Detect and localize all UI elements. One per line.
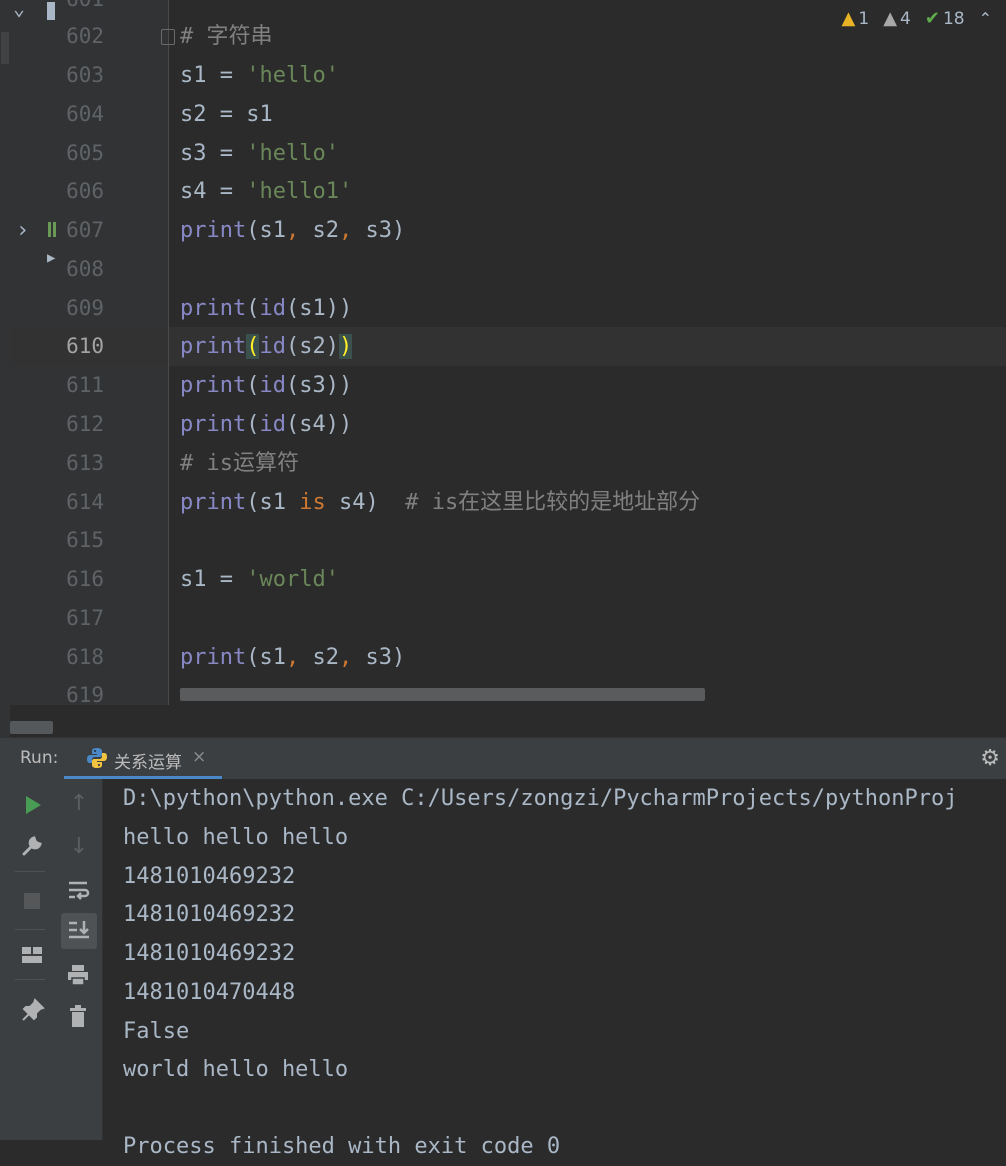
line-number: 612 <box>66 412 104 436</box>
code-text[interactable]: s3 = 'hello' <box>180 134 339 173</box>
console-line: D:\python\python.exe C:/Users/zongzi/Pyc… <box>123 786 958 811</box>
code-line: 615 <box>0 521 1006 560</box>
console-line: 1481010470448 <box>123 980 296 1005</box>
line-number: 613 <box>66 451 104 475</box>
code-text[interactable]: s2 = s1 <box>180 95 273 134</box>
code-line: 613 # is运算符 <box>0 444 1006 483</box>
trash-icon[interactable] <box>68 1005 88 1029</box>
line-number: 619 <box>66 683 104 707</box>
code-text[interactable]: print(s1, s2, s3) <box>180 638 405 677</box>
line-number: 607 <box>66 218 104 242</box>
code-line: 612 print(id(s4)) <box>0 405 1006 444</box>
gear-icon[interactable]: ⚙ <box>980 746 1000 771</box>
weak-warning-count[interactable]: ▲ 4 <box>883 8 911 29</box>
weak-warning-icon: ▲ <box>883 8 898 29</box>
code-text[interactable]: print(s1, s2, s3) <box>180 211 405 250</box>
code-editor[interactable]: ⌄ 601 602 # 字符串 603 s1 = 'hello' 604 s2 … <box>0 0 1006 737</box>
line-number: 617 <box>66 606 104 630</box>
pin-icon[interactable] <box>21 998 45 1022</box>
code-line: 616 s1 = 'world' <box>0 560 1006 599</box>
stop-icon[interactable] <box>24 893 40 909</box>
run-label: Run: <box>20 748 59 768</box>
console-toolbar: ↑ ↓ <box>58 779 103 1140</box>
line-number: 603 <box>66 63 104 87</box>
warning-icon: ▲ <box>841 8 856 29</box>
code-text[interactable]: print(id(s4)) <box>180 405 352 444</box>
line-number: 604 <box>66 102 104 126</box>
code-line: 611 print(id(s3)) <box>0 366 1006 405</box>
code-text[interactable]: s1 = 'world' <box>180 560 339 599</box>
console-line: 1481010469232 <box>123 902 296 927</box>
code-line: 607 print(s1, s2, s3) <box>0 211 1006 250</box>
tab-label: 关系运算 <box>114 753 182 773</box>
soft-wrap-icon[interactable] <box>67 879 91 901</box>
code-line: 618 print(s1, s2, s3) <box>0 638 1006 677</box>
line-number: 610 <box>66 334 104 358</box>
horizontal-scrollbar[interactable] <box>180 688 705 701</box>
code-text[interactable]: # 字符串 <box>180 17 273 56</box>
code-text[interactable]: print(s1 is s4) # is在这里比较的是地址部分 <box>180 483 700 522</box>
layout-icon[interactable] <box>21 946 43 964</box>
console-line: 1481010469232 <box>123 864 296 889</box>
python-icon <box>87 748 107 768</box>
code-text[interactable]: print(id(s2)) <box>180 327 353 366</box>
inspection-widget[interactable]: ▲ 1 ▲ 4 ✔ 18 ⌃ <box>842 8 992 29</box>
code-text[interactable]: print(id(s1)) <box>180 289 352 328</box>
code-line-current: 610 print(id(s2)) <box>0 327 1006 366</box>
console-line: Process finished with exit code 0 <box>123 1134 561 1159</box>
print-icon[interactable] <box>66 963 90 987</box>
arrow-down-icon[interactable]: ↓ <box>64 834 94 859</box>
close-icon[interactable]: × <box>192 747 206 767</box>
wrench-icon[interactable] <box>20 834 44 858</box>
code-text[interactable]: print(id(s3)) <box>180 366 352 405</box>
chevron-up-icon[interactable]: ⌃ <box>979 9 992 28</box>
line-number: 608 <box>66 257 104 281</box>
console-line: hello hello hello <box>123 825 349 850</box>
line-number: 616 <box>66 567 104 591</box>
run-toolwindow-header: Run: 关系运算 × ⚙ <box>0 737 1006 780</box>
line-number: 615 <box>66 528 104 552</box>
scroll-to-end-button[interactable] <box>61 913 97 949</box>
console-line: False <box>123 1019 190 1044</box>
console-line: 1481010469232 <box>123 941 296 966</box>
line-number: 611 <box>66 373 104 397</box>
console-output[interactable]: D:\python\python.exe C:/Users/zongzi/Pyc… <box>103 779 1006 1159</box>
line-number: 614 <box>66 490 104 514</box>
line-number: 602 <box>66 24 104 48</box>
code-line: 604 s2 = s1 <box>0 95 1006 134</box>
code-line: 617 <box>0 599 1006 638</box>
code-line: 608 <box>0 250 1006 289</box>
line-number: 609 <box>66 296 104 320</box>
warning-count[interactable]: ▲ 1 <box>842 8 870 29</box>
typo-count[interactable]: ✔ 18 <box>925 8 965 29</box>
code-text[interactable]: # is运算符 <box>180 444 299 483</box>
tab-run-config[interactable]: 关系运算 × <box>64 738 222 780</box>
code-line: 606 s4 = 'hello1' <box>0 172 1006 211</box>
line-number: 605 <box>66 141 104 165</box>
run-toolbar <box>0 779 58 1140</box>
arrow-up-icon[interactable]: ↑ <box>64 791 94 816</box>
code-line: 614 print(s1 is s4) # is在这里比较的是地址部分 <box>0 483 1006 522</box>
console-line: world hello hello <box>123 1057 349 1082</box>
code-text[interactable]: s4 = 'hello1' <box>180 172 352 211</box>
gutter-scrollbar[interactable] <box>10 721 53 734</box>
line-number: 618 <box>66 645 104 669</box>
scroll-to-end-icon <box>69 921 89 939</box>
line-number: 606 <box>66 179 104 203</box>
code-line: 605 s3 = 'hello' <box>0 134 1006 173</box>
code-line: 603 s1 = 'hello' <box>0 56 1006 95</box>
run-icon[interactable] <box>24 795 42 815</box>
code-line: 609 print(id(s1)) <box>0 289 1006 328</box>
code-text[interactable]: s1 = 'hello' <box>180 56 339 95</box>
double-check-icon: ✔ <box>924 8 940 29</box>
